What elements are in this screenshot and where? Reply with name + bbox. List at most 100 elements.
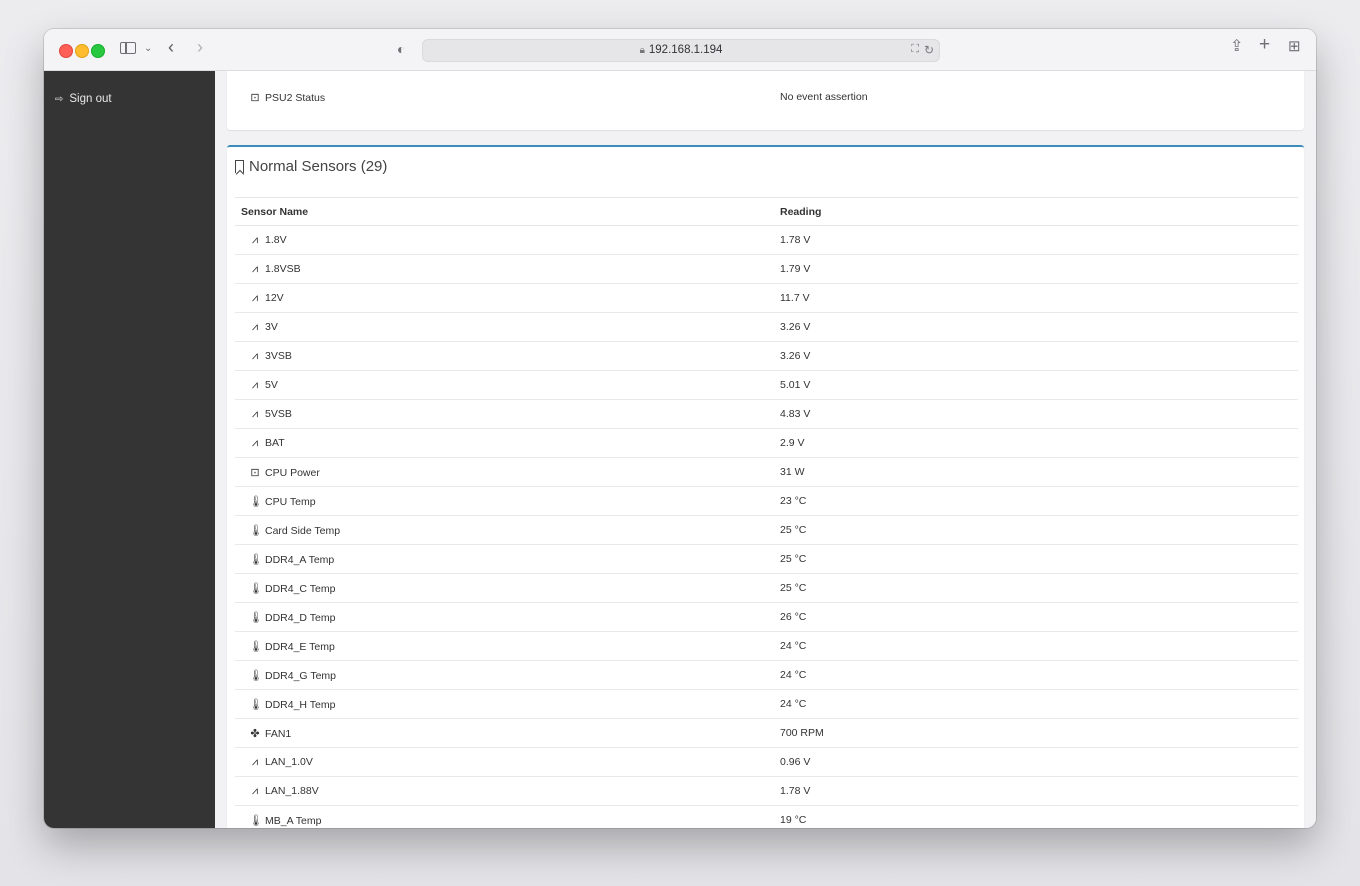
sensor-name: LAN_1.0V [265,755,313,768]
sensor-name-cell: ⩘ 12V [235,283,774,313]
tab-overview-icon[interactable]: ⊞ [1288,39,1301,54]
voltage-icon: ⩘ [251,291,259,304]
voltage-icon: ⩘ [251,755,259,768]
table-row: ⩘ 1.8VSB 1.79 V [235,254,1298,284]
voltage-icon: ⩘ [251,784,259,797]
sensor-name: 3VSB [265,349,292,362]
sensor-name: DDR4_G Temp [265,669,336,682]
sensor-table: Sensor Name Reading ⩘ 1.8V 1.78 V ⩘ 1.8VSB 1.… [235,197,1298,828]
url-display: 🔒︎ 192.168.1.194 [423,44,939,56]
table-row: ⩘ 3V 3.26 V [235,312,1298,342]
voltage-icon: ⩘ [251,320,259,333]
thermometer-icon: 🌡︎ [249,814,263,827]
close-window-button[interactable] [59,44,73,58]
zoom-window-button[interactable] [91,44,105,58]
table-row: 🌡︎ DDR4_C Temp 25 °C [235,573,1298,603]
sensor-name: CPU Power [265,466,320,479]
address-bar[interactable]: 🔒︎ 192.168.1.194 ⛶ ↻ [422,39,940,62]
table-row: 🌡︎ DDR4_D Temp 26 °C [235,602,1298,632]
sensor-name-cell: 🌡︎ MB_A Temp [235,805,774,828]
card-title: Normal Sensors (29) [235,158,387,175]
fan-icon: ✤ [250,727,260,740]
back-icon[interactable]: ‹ [168,38,174,56]
thermometer-icon: 🌡︎ [249,611,263,624]
bookmark-icon [235,159,244,173]
sensor-reading: 11.7 V [774,283,1298,313]
sensor-reading: 23 °C [774,486,1298,516]
sensor-reading: 700 RPM [774,718,1298,748]
share-icon[interactable]: ⇪ [1230,39,1243,55]
thermometer-icon: 🌡︎ [249,582,263,595]
sensor-name: FAN1 [265,727,292,740]
voltage-icon: ⩘ [251,233,259,246]
sensor-name: DDR4_H Temp [265,698,336,711]
sensor-name: DDR4_E Temp [265,640,335,653]
sensor-reading: 5.01 V [774,370,1298,400]
table-row: 🌡︎ CPU Temp 23 °C [235,486,1298,516]
sensor-name: DDR4_C Temp [265,582,336,595]
sensor-name-cell: ⩘ 5VSB [235,399,774,429]
table-row: ✤ FAN1 700 RPM [235,718,1298,748]
sensor-reading: 25 °C [774,573,1298,603]
sensor-name: Card Side Temp [265,524,341,537]
sidebar: ⇨ Sign out [44,71,215,828]
thermometer-icon: 🌡︎ [249,669,263,682]
sensor-reading: 2.9 V [774,428,1298,458]
sensor-name-cell: ⩘ 1.8V [235,225,774,255]
sensor-name: DDR4_A Temp [265,553,335,566]
sensor-name-cell: ⩘ 1.8VSB [235,254,774,284]
column-header-reading[interactable]: Reading [774,197,1298,226]
previous-sensor-table: ⊡ PSU2 Status No event assertion [235,88,1298,106]
translate-icon[interactable]: ⛶ [911,43,919,56]
table-row: ⩘ LAN_1.88V 1.78 V [235,776,1298,806]
sensor-reading: 1.78 V [774,225,1298,255]
table-row: 🌡︎ DDR4_A Temp 25 °C [235,544,1298,574]
sensor-name-cell: ✤ FAN1 [235,718,774,748]
new-tab-icon[interactable]: + [1259,35,1270,54]
sensor-reading: 26 °C [774,602,1298,632]
table-row: ⩘ 5V 5.01 V [235,370,1298,400]
sensor-name: BAT [265,436,285,449]
thermometer-icon: 🌡︎ [249,640,263,653]
sensor-reading: 1.78 V [774,776,1298,806]
sensor-reading: 24 °C [774,631,1298,661]
sensor-name: PSU2 Status [265,91,326,104]
table-row: 🌡︎ DDR4_G Temp 24 °C [235,660,1298,690]
sensor-name: 1.8VSB [265,262,301,275]
sensor-reading: 3.26 V [774,341,1298,371]
sensor-name-cell: 🌡︎ DDR4_E Temp [235,631,774,661]
sidebar-toggle-icon[interactable] [120,42,136,54]
sensor-table-body: ⩘ 1.8V 1.78 V ⩘ 1.8VSB 1.79 V ⩘ 12V 11.7 V ⩘ 3V 3.2… [235,225,1298,828]
table-row: ⩘ 3VSB 3.26 V [235,341,1298,371]
column-header-sensor-name[interactable]: Sensor Name [235,197,774,226]
sensor-name: 5VSB [265,407,292,420]
sensor-reading: 0.96 V [774,747,1298,777]
chevron-down-icon[interactable]: ⌄ [144,42,152,56]
table-row: ⩘ 1.8V 1.78 V [235,225,1298,255]
sensor-name-cell: 🌡︎ DDR4_G Temp [235,660,774,690]
minimize-window-button[interactable] [75,44,89,58]
sensor-name: 1.8V [265,233,287,246]
reload-icon[interactable]: ↻ [924,43,934,57]
sensor-name-cell: ⩘ 3VSB [235,341,774,371]
sensor-reading: 1.79 V [774,254,1298,284]
sensor-reading: No event assertion [780,91,868,103]
sign-out-link[interactable]: ⇨ Sign out [55,93,112,105]
sensor-name-cell: 🌡︎ Card Side Temp [235,515,774,545]
sensor-name-cell: 🌡︎ DDR4_D Temp [235,602,774,632]
table-row: 🌡︎ Card Side Temp 25 °C [235,515,1298,545]
sensor-name-cell: ⩘ 5V [235,370,774,400]
voltage-icon: ⩘ [251,378,259,391]
sensor-reading: 24 °C [774,689,1298,719]
sensor-name-cell: ⩘ LAN_1.0V [235,747,774,777]
voltage-icon: ⩘ [251,407,259,420]
thermometer-icon: 🌡︎ [249,698,263,711]
table-row: 🌡︎ DDR4_H Temp 24 °C [235,689,1298,719]
table-row: ⩘ BAT 2.9 V [235,428,1298,458]
forward-icon[interactable]: › [197,38,203,56]
table-row: ⊡ PSU2 Status No event assertion [235,88,1298,106]
sensor-name: MB_A Temp [265,814,322,827]
privacy-shield-icon[interactable]: ◐ [397,42,405,56]
table-row: ⩘ 5VSB 4.83 V [235,399,1298,429]
table-row: 🌡︎ MB_A Temp 19 °C [235,805,1298,828]
